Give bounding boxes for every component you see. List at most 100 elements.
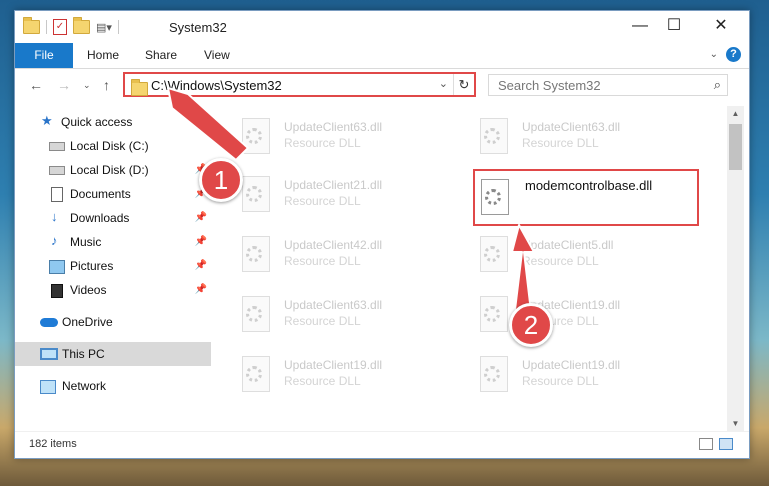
file-list: UpdateClient63.dll Resource DLL UpdateCl… [212,106,727,431]
item-count: 182 items [29,438,77,450]
downloads-icon: ↓ [51,209,58,224]
explorer-window: ✓ ▤▾ System32 — ☐ ✕ File Home Share View… [14,10,750,459]
sidebar-item-local-disk-c[interactable]: Local Disk (C:) [15,134,211,158]
file-type: Resource DLL [284,314,361,328]
sidebar-item-label: Quick access [61,115,133,129]
file-item[interactable]: UpdateClient5.dll Resource DLL [478,232,708,280]
divider [117,20,119,34]
pictures-icon [49,260,65,274]
file-type: Resource DLL [522,374,599,388]
highlight-box: modemcontrolbase.dll [473,169,699,226]
address-path[interactable]: C:\Windows\System32 [151,78,282,93]
sidebar-item-label: Network [62,379,107,393]
pin-icon[interactable]: 📌 [195,212,207,223]
properties-icon[interactable]: ✓ [53,19,67,35]
scroll-down-icon[interactable]: ▼ [727,419,744,428]
sidebar-item-local-disk-d[interactable]: Local Disk (D:) 📌 [15,158,211,182]
chevron-down-icon[interactable]: ⌄ [439,77,448,90]
ribbon: File Home Share View ⌄ ? [15,43,749,69]
dll-file-icon [478,118,508,154]
sidebar-item-label: Downloads [70,211,130,225]
tab-share[interactable]: Share [145,43,177,68]
large-icons-view-icon[interactable] [719,438,733,450]
sidebar-item-music[interactable]: ♪ Music 📌 [15,230,211,254]
dll-file-icon [479,179,509,215]
customize-icon[interactable]: ▤▾ [96,21,112,34]
sidebar-item-label: Music [70,235,102,249]
file-item-modemcontrolbase[interactable]: modemcontrolbase.dll [479,175,709,223]
dll-file-icon [240,118,270,154]
file-name: UpdateClient42.dll [284,238,383,252]
disk-icon [49,166,65,175]
file-name: UpdateClient63.dll [284,120,383,134]
folder-icon [131,79,148,96]
window-title: System32 [169,20,227,35]
videos-icon [51,284,63,298]
title-bar: ✓ ▤▾ System32 — ☐ ✕ [15,11,749,43]
dll-file-icon [478,356,508,392]
file-item[interactable]: UpdateClient63.dll Resource DLL [240,292,470,340]
pin-icon[interactable]: 📌 [195,284,207,295]
sidebar-item-label: OneDrive [62,315,113,329]
tab-view[interactable]: View [204,43,230,68]
vertical-scrollbar[interactable]: ▲ ▼ [727,106,744,431]
folder-icon [23,17,40,34]
back-button[interactable]: ← [29,77,43,93]
scrollbar-thumb[interactable] [729,124,742,170]
address-bar[interactable]: C:\Windows\System32 ⌄ ↻ [123,72,476,97]
refresh-button[interactable]: ↻ [453,74,474,95]
sidebar-item-this-pc[interactable]: This PC [15,342,211,366]
dll-file-icon [240,296,270,332]
quick-access-toolbar: ✓ ▤▾ [23,17,119,35]
file-item[interactable]: UpdateClient19.dll Resource DLL [240,352,470,400]
new-folder-icon[interactable] [73,17,90,34]
pc-icon [40,348,58,360]
pin-icon[interactable]: 📌 [195,236,207,247]
help-icon[interactable]: ? [726,47,741,62]
maximize-button[interactable]: ☐ [651,11,697,43]
file-name: UpdateClient19.dll [522,358,621,372]
file-type: Resource DLL [284,194,361,208]
dll-file-icon [240,236,270,272]
search-input[interactable]: Search System32 [498,78,601,93]
file-type: Resource DLL [284,254,361,268]
sidebar-item-videos[interactable]: Videos 📌 [15,278,211,302]
forward-button[interactable]: → [57,77,71,93]
network-icon [40,380,56,394]
sidebar-item-network[interactable]: Network [15,374,211,398]
sidebar-item-downloads[interactable]: ↓ Downloads 📌 [15,206,211,230]
file-item[interactable]: UpdateClient63.dll Resource DLL [240,114,470,162]
sidebar-item-label: Documents [70,187,131,201]
onedrive-icon [40,318,58,327]
disk-icon [49,142,65,151]
tab-file[interactable]: File [15,43,73,68]
file-type: Resource DLL [522,136,599,150]
sidebar-item-documents[interactable]: Documents 📌 [15,182,211,206]
details-view-icon[interactable] [699,438,713,450]
navigation-pane: ★ Quick access Local Disk (C:) Local Dis… [15,106,211,431]
navigation-bar: ← → ⌄ ↑ C:\Windows\System32 ⌄ ↻ Search S… [15,69,749,101]
sidebar-item-label: Videos [70,283,107,297]
sidebar-item-label: Local Disk (D:) [70,163,149,177]
status-bar: 182 items [15,431,749,458]
sidebar-item-label: Local Disk (C:) [70,139,149,153]
search-icon[interactable]: ⌕ [714,77,721,93]
sidebar-item-pictures[interactable]: Pictures 📌 [15,254,211,278]
expand-ribbon-icon[interactable]: ⌄ [710,49,718,60]
sidebar-item-onedrive[interactable]: OneDrive [15,310,211,334]
sidebar-item-quick-access[interactable]: ★ Quick access [15,110,211,134]
close-button[interactable]: ✕ [698,11,744,43]
file-item[interactable]: UpdateClient63.dll Resource DLL [478,114,708,162]
pin-icon[interactable]: 📌 [195,260,207,271]
recent-locations-button[interactable]: ⌄ [83,80,91,91]
file-item[interactable]: UpdateClient19.dll Resource DLL [478,352,708,400]
tab-home[interactable]: Home [87,43,119,68]
file-type: Resource DLL [284,136,361,150]
up-button[interactable]: ↑ [103,77,110,93]
file-item[interactable]: UpdateClient42.dll Resource DLL [240,232,470,280]
scroll-up-icon[interactable]: ▲ [727,109,744,118]
dll-file-icon [478,296,508,332]
ribbon-controls: ⌄ ? [710,47,741,62]
file-item[interactable]: UpdateClient21.dll Resource DLL [240,172,470,220]
search-box[interactable]: Search System32 ⌕ [488,74,728,96]
